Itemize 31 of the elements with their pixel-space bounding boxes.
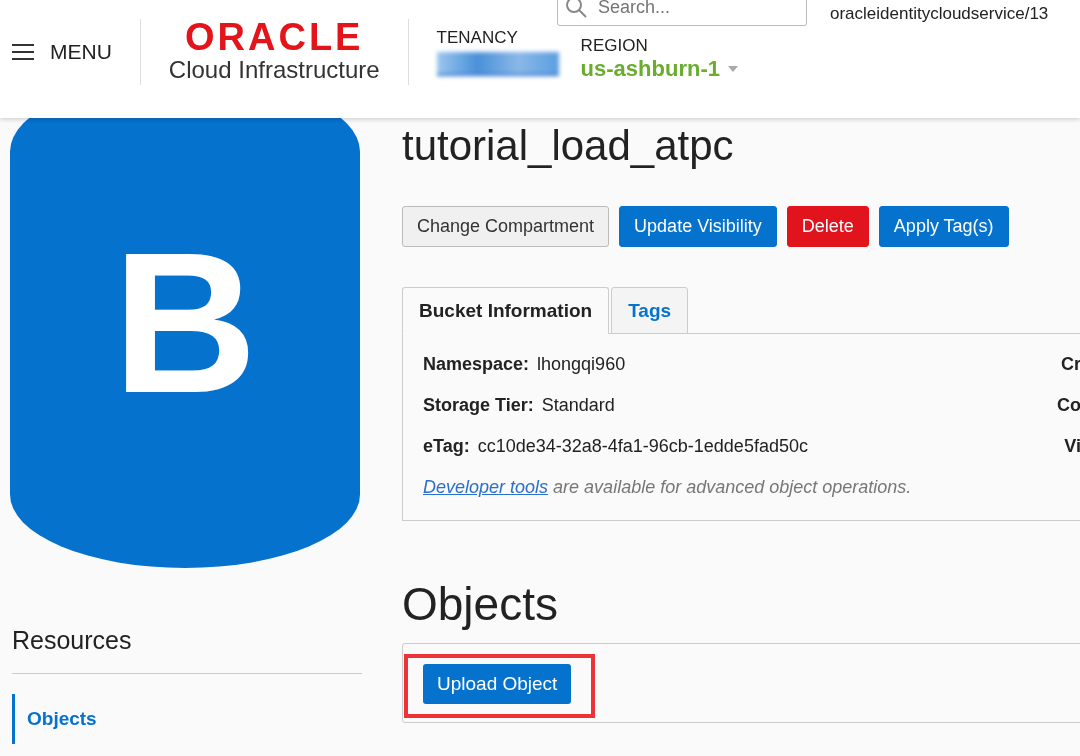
action-button[interactable]: Delete [786,206,869,247]
developer-tools-link[interactable]: Developer tools [423,477,549,497]
tab[interactable]: Tags [611,287,689,334]
logo-wordmark: ORACLE [185,19,364,55]
resources-heading: Resources [12,626,362,674]
logo-subtitle: Cloud Infrastructure [168,55,380,85]
bucket-icon: B [10,118,360,568]
info-label: Cr [1061,354,1080,375]
info-field: eTag: cc10de34-32a8-4fa1-96cb-1edde5fad50c [423,436,808,457]
action-button[interactable]: Update Visibility [619,206,777,247]
info-field: Storage Tier: Standard [423,395,615,416]
bucket-title: tutorial_load_atpc [402,121,735,171]
user-name[interactable]: oracleidentitycloudservice/13 [830,4,1049,24]
info-field: Namespace: lhongqi960 [423,354,626,375]
menu-button[interactable]: MENU [0,19,141,85]
blurred-tenancy-name[interactable] [436,52,559,76]
objects-heading: Objects [402,577,559,631]
sidebar-item[interactable]: Objects [12,694,362,744]
action-button[interactable]: Apply Tag(s) [878,206,1009,247]
tab[interactable]: Bucket Information [402,287,610,334]
search-field[interactable]: Search... [557,0,807,26]
tenancy-label: TENANCY [436,28,519,48]
menu-icon [12,44,34,60]
caret-icon [727,66,738,72]
upload-button[interactable]: Upload Object [423,664,572,704]
developer-note: Developer tools are available for advanced object operations. [423,477,913,498]
info-label: Vi [1064,436,1080,457]
region-label: REGION [580,36,649,56]
action-button[interactable]: Change Compartment [402,206,610,247]
region-dropdown[interactable]: us-ashburn-1 [580,56,738,82]
info-label: Co [1057,395,1080,416]
